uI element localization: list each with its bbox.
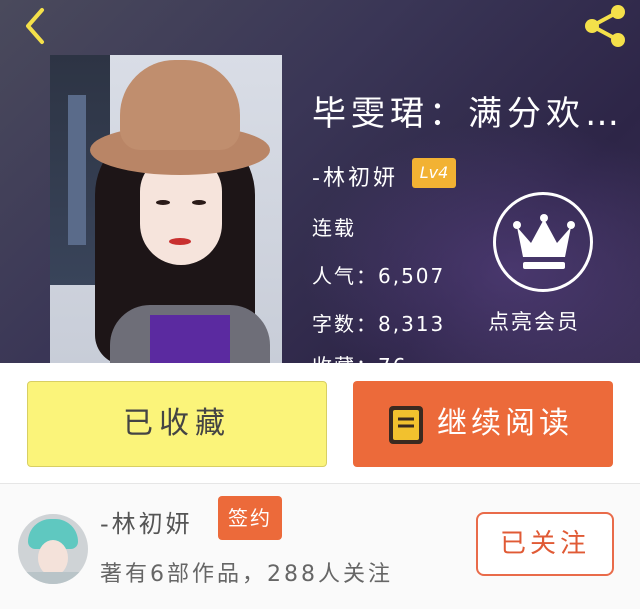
collected-button[interactable]: 已收藏: [27, 381, 327, 467]
author-bar: -林初妍 签约 著有6部作品，288人关注 已关注: [0, 483, 640, 609]
favorites-stat: 收藏：76: [312, 350, 407, 363]
level-badge: Lv4: [412, 158, 456, 188]
crown-icon: [513, 214, 575, 269]
author-avatar[interactable]: [18, 514, 88, 584]
word-count-stat: 字数：8,313: [312, 312, 446, 336]
serial-status: 连载: [312, 216, 356, 240]
action-bar: 已收藏 继续阅读: [0, 363, 640, 483]
share-icon: [585, 5, 625, 47]
book-icon: [389, 406, 423, 444]
popularity-stat: 人气：6,507: [312, 264, 446, 288]
author-meta: 著有6部作品，288人关注: [100, 562, 393, 587]
continue-reading-button[interactable]: 继续阅读: [353, 381, 613, 467]
header-author-name[interactable]: -林初妍: [312, 160, 398, 192]
back-arrow-icon: [26, 8, 44, 44]
continue-reading-label: 继续阅读: [437, 406, 573, 441]
author-name[interactable]: -林初妍: [100, 504, 193, 539]
signed-badge: 签约: [218, 496, 282, 540]
vip-button[interactable]: [493, 192, 593, 292]
book-cover-image[interactable]: [50, 55, 282, 363]
book-header: 毕雯珺：满分欢… -林初妍 Lv4 连载 人气：6,507 字数：8,313 收…: [0, 0, 640, 363]
vip-label[interactable]: 点亮会员: [488, 306, 580, 336]
book-title: 毕雯珺：满分欢…: [312, 94, 624, 134]
share-button[interactable]: [580, 4, 630, 48]
follow-button[interactable]: 已关注: [476, 512, 614, 576]
back-button[interactable]: [16, 6, 56, 46]
